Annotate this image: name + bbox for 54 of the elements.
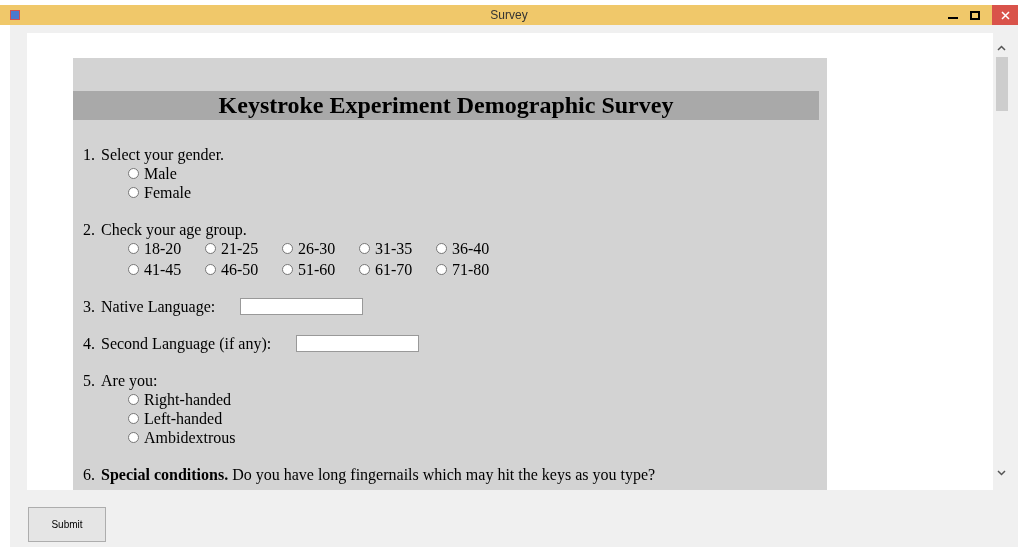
question-number: 1. bbox=[83, 145, 96, 164]
radio-button[interactable] bbox=[128, 187, 139, 198]
option-label: Female bbox=[144, 183, 192, 202]
option-label: 41-45 bbox=[144, 260, 182, 279]
radio-button[interactable] bbox=[359, 243, 370, 254]
scroll-up-icon[interactable] bbox=[997, 45, 1006, 51]
app-icon bbox=[10, 10, 20, 20]
option-label: 18-20 bbox=[144, 239, 182, 258]
question-text: Are you: bbox=[101, 371, 158, 390]
option-label: Left-handed bbox=[144, 409, 223, 428]
radio-button[interactable] bbox=[128, 168, 139, 179]
option-label: Male bbox=[144, 164, 177, 183]
radio-button[interactable] bbox=[282, 264, 293, 275]
radio-button[interactable] bbox=[436, 243, 447, 254]
radio-button[interactable] bbox=[128, 394, 139, 405]
radio-button[interactable] bbox=[128, 264, 139, 275]
question-number: 4. bbox=[83, 334, 96, 353]
scroll-thumb[interactable] bbox=[995, 57, 1008, 111]
radio-button[interactable] bbox=[436, 264, 447, 275]
option-label: 46-50 bbox=[221, 260, 259, 279]
option-label: 51-60 bbox=[298, 260, 336, 279]
submit-button[interactable]: Submit bbox=[28, 507, 106, 542]
radio-button[interactable] bbox=[128, 243, 139, 254]
option-label: 61-70 bbox=[375, 260, 413, 279]
question-text: Native Language: bbox=[101, 297, 216, 316]
radio-button[interactable] bbox=[282, 243, 293, 254]
question-text: Select your gender. bbox=[101, 145, 225, 164]
close-button[interactable] bbox=[992, 5, 1018, 25]
question-text: Special conditions. Do you have long fingernails which may hit the keys as you type? bbox=[101, 465, 656, 484]
question-number: 6. bbox=[83, 465, 96, 484]
option-label: 21-25 bbox=[221, 239, 259, 258]
radio-button[interactable] bbox=[128, 413, 139, 424]
option-label: 71-80 bbox=[452, 260, 490, 279]
text-input[interactable] bbox=[296, 335, 420, 352]
survey-title: Keystroke Experiment Demographic Survey bbox=[73, 91, 819, 120]
question-number: 5. bbox=[83, 371, 96, 390]
radio-button[interactable] bbox=[205, 243, 216, 254]
option-label: 26-30 bbox=[298, 239, 336, 258]
restore-icon[interactable] bbox=[970, 10, 980, 20]
option-label: Right-handed bbox=[144, 390, 232, 409]
text-input[interactable] bbox=[240, 298, 364, 315]
option-label: Ambidextrous bbox=[144, 428, 236, 447]
radio-button[interactable] bbox=[359, 264, 370, 275]
question-text: Check your age group. bbox=[101, 220, 247, 239]
question-text: Second Language (if any): bbox=[101, 334, 272, 353]
question-number: 3. bbox=[83, 297, 96, 316]
radio-button[interactable] bbox=[128, 432, 139, 443]
option-label: 36-40 bbox=[452, 239, 490, 258]
window-title: Survey bbox=[489, 7, 529, 24]
option-label: 31-35 bbox=[375, 239, 413, 258]
question-number: 2. bbox=[83, 220, 96, 239]
scroll-down-icon[interactable] bbox=[997, 470, 1006, 476]
close-icon bbox=[1000, 10, 1010, 20]
radio-button[interactable] bbox=[205, 264, 216, 275]
